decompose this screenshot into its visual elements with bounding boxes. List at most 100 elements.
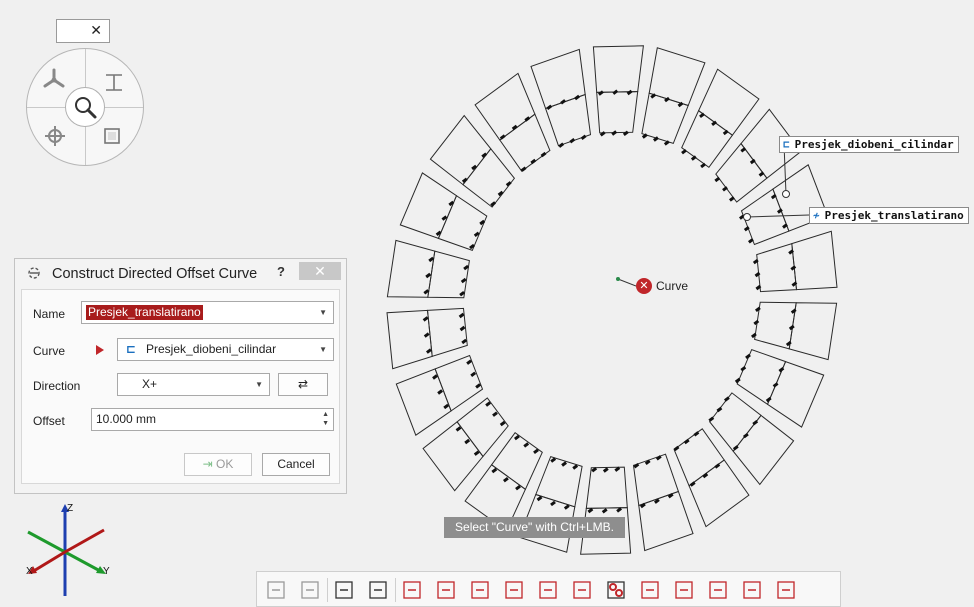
mesh-tick	[716, 406, 723, 413]
angle-icon[interactable]	[571, 579, 593, 601]
mesh-strip	[490, 432, 543, 491]
mesh-tick	[765, 396, 772, 403]
mesh-tick	[432, 374, 438, 380]
curve-icon: ⊏	[783, 138, 790, 151]
inset-icon[interactable]	[537, 579, 559, 601]
mesh-tick	[740, 147, 747, 153]
chevron-down-icon[interactable]: ▼	[319, 339, 327, 360]
ok-icon: ⇥	[202, 457, 217, 471]
mesh-strip	[592, 45, 644, 93]
direction-select[interactable]: X+ ▼	[117, 373, 270, 396]
mesh-tick	[732, 445, 739, 451]
mesh-tick	[490, 201, 497, 207]
display-mode-icon[interactable]	[333, 579, 355, 601]
rotate-icon[interactable]	[41, 67, 67, 93]
callout-anchor[interactable]	[782, 190, 790, 198]
mesh-tick	[423, 332, 430, 338]
chevron-down-icon[interactable]: ▼	[319, 302, 327, 323]
mesh-tick	[569, 137, 576, 144]
mesh-tick	[475, 383, 482, 389]
spinner-arrows-icon[interactable]: ▲ ▼	[322, 410, 329, 428]
view-normal-icon[interactable]	[265, 579, 287, 601]
mesh-tick	[572, 464, 579, 470]
mesh-tick	[690, 155, 697, 161]
mesh-tick	[499, 134, 506, 140]
curve-icon: ⊏	[126, 342, 137, 356]
mesh-strip	[715, 142, 768, 203]
compass-close-box[interactable]: ✕	[56, 19, 110, 43]
mesh-strip	[638, 490, 694, 552]
mesh-tick	[485, 401, 492, 407]
mesh-tick	[601, 508, 608, 514]
callout-result-curve[interactable]: ≁ Presjek_translatirano	[809, 207, 969, 224]
curve-label: Curve	[33, 344, 66, 358]
error-label: Curve	[656, 279, 689, 293]
toolbar-separator	[395, 578, 396, 602]
mesh-tick	[558, 142, 565, 148]
mesh-tick	[550, 457, 557, 463]
mesh-tick	[523, 442, 530, 448]
mesh-strip	[688, 459, 750, 528]
curve-value: Presjek_diobeni_cilindar	[146, 342, 277, 356]
delete-icon[interactable]	[741, 579, 763, 601]
ok-button[interactable]: ⇥ OK	[184, 453, 252, 476]
mesh-tick	[533, 448, 539, 454]
offset-plane-icon[interactable]	[435, 579, 457, 601]
link-icon[interactable]	[605, 579, 627, 601]
mesh-tick	[461, 338, 468, 345]
grid-icon[interactable]	[639, 579, 661, 601]
navigation-compass[interactable]	[26, 48, 144, 166]
swap-direction-button[interactable]: ⇄	[278, 373, 328, 396]
square-icon[interactable]	[503, 579, 525, 601]
zoom-box-icon[interactable]	[102, 126, 122, 146]
name-field[interactable]: Presjek_translatirano ▼	[81, 301, 334, 324]
y-axis-neg	[27, 530, 66, 554]
mesh-tick	[650, 93, 657, 99]
dialog-body: Name Presjek_translatirano ▼ Curve ⊏ Pre…	[21, 289, 340, 484]
callout-source-curve[interactable]: ⊏ Presjek_diobeni_cilindar	[779, 136, 959, 153]
cancel-button[interactable]: Cancel	[262, 453, 330, 476]
axis-triad: Z Y X	[26, 503, 110, 596]
close-icon[interactable]: ✕	[90, 22, 102, 39]
mesh-tick	[514, 434, 520, 441]
offset-value: 10.000 mm	[96, 412, 157, 426]
mesh-tick	[422, 316, 429, 322]
mesh-tick	[550, 500, 556, 507]
curve-field[interactable]: ⊏ Presjek_diobeni_cilindar ▼	[117, 338, 334, 361]
pan-target-icon[interactable]	[44, 125, 66, 147]
mesh-tick	[587, 507, 594, 514]
mesh-tick	[673, 445, 680, 452]
mesh-tick	[470, 371, 477, 377]
mesh-strip	[474, 72, 536, 141]
callout-leader-line	[617, 278, 637, 287]
mesh-strip	[399, 172, 458, 240]
callout-anchor[interactable]	[743, 213, 751, 221]
mesh-tick	[441, 215, 448, 221]
view-section-icon[interactable]	[299, 579, 321, 601]
offset-field[interactable]: 10.000 mm ▲ ▼	[91, 408, 334, 431]
mirror-icon[interactable]	[367, 579, 389, 601]
help-button[interactable]: ?	[277, 264, 285, 279]
transform-icon[interactable]	[775, 579, 797, 601]
frame-icon[interactable]	[673, 579, 695, 601]
dialog-close-button[interactable]: ✕	[299, 262, 341, 280]
point-on-curve-icon[interactable]	[469, 579, 491, 601]
mesh-tick	[611, 130, 618, 136]
mesh-tick	[772, 382, 779, 388]
mesh-tick	[423, 289, 430, 295]
mesh-tick	[758, 171, 765, 177]
mesh-tick	[722, 129, 729, 136]
mesh-strip	[429, 114, 492, 186]
mesh-tick	[770, 193, 777, 200]
mesh-tick	[502, 477, 509, 483]
mesh-strip	[395, 368, 452, 436]
check-icon[interactable]	[707, 579, 729, 601]
text-tool-icon[interactable]	[103, 71, 125, 93]
zoom-button[interactable]	[65, 87, 105, 127]
mesh-strip	[462, 147, 516, 208]
mesh-tick	[515, 485, 521, 491]
mesh-tick	[788, 324, 795, 331]
chevron-down-icon[interactable]: ▼	[255, 374, 263, 395]
direction-value: X+	[142, 377, 158, 391]
plane-icon[interactable]	[401, 579, 423, 601]
